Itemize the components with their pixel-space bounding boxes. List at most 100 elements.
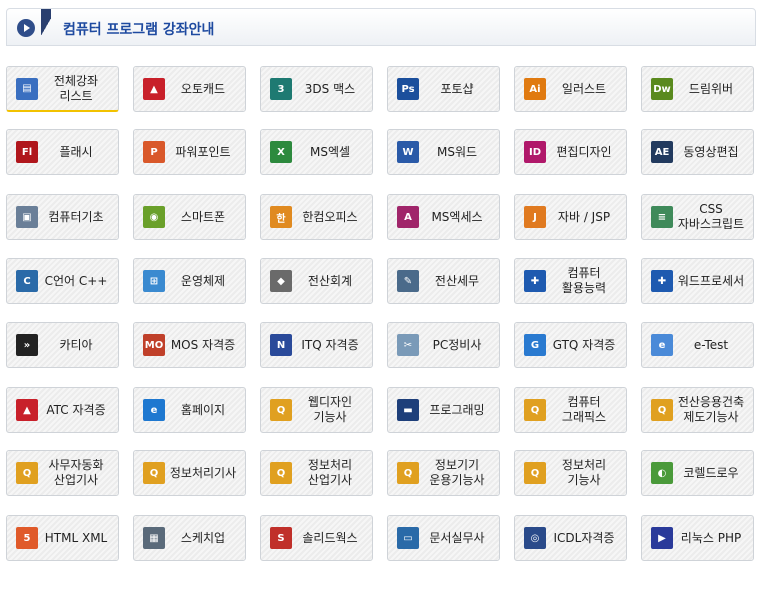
course-label: 플래시 bbox=[59, 144, 93, 159]
course-button[interactable]: ✚ 컴퓨터 활용능력 bbox=[514, 258, 627, 304]
mos-icon: MO bbox=[143, 334, 165, 356]
course-label: 편집디자인 bbox=[556, 144, 612, 159]
puzzle-icon: ✚ bbox=[651, 270, 673, 292]
course-button[interactable]: Q 컴퓨터 그래픽스 bbox=[514, 387, 627, 433]
course-button[interactable]: e 홈페이지 bbox=[133, 387, 246, 433]
course-label: 홈페이지 bbox=[180, 402, 226, 417]
course-button[interactable]: X MS엑셀 bbox=[260, 129, 373, 175]
course-label: GTQ 자격증 bbox=[552, 337, 616, 352]
course-label: 파워포인트 bbox=[175, 144, 231, 159]
course-button[interactable]: MO MOS 자격증 bbox=[133, 322, 246, 368]
course-button[interactable]: Q 사무자동화 산업기사 bbox=[6, 450, 119, 496]
course-button[interactable]: ▬ 프로그래밍 bbox=[387, 387, 500, 433]
course-label: HTML XML bbox=[44, 530, 108, 545]
itq-icon: N bbox=[270, 334, 292, 356]
illustrator-icon: Ai bbox=[524, 78, 546, 100]
course-button[interactable]: ▭ 문서실무사 bbox=[387, 515, 500, 561]
qnet-icon: Q bbox=[16, 462, 38, 484]
arrow-circle-icon bbox=[17, 19, 35, 37]
course-button[interactable]: ▦ 스케치업 bbox=[133, 515, 246, 561]
accounting-icon: ◆ bbox=[270, 270, 292, 292]
course-button[interactable]: ✂ PC정비사 bbox=[387, 322, 500, 368]
course-label: 3DS 맥스 bbox=[304, 81, 356, 96]
course-button[interactable]: 5 HTML XML bbox=[6, 515, 119, 561]
gtq-icon: G bbox=[524, 334, 546, 356]
word-icon: W bbox=[397, 141, 419, 163]
course-label: 전산세무 bbox=[434, 273, 480, 288]
course-button[interactable]: ▲ 오토캐드 bbox=[133, 66, 246, 112]
course-button[interactable]: 3 3DS 맥스 bbox=[260, 66, 373, 112]
course-button[interactable]: Dw 드림위버 bbox=[641, 66, 754, 112]
indesign-icon: ID bbox=[524, 141, 546, 163]
internet-explorer-icon: e bbox=[143, 399, 165, 421]
course-button[interactable]: ▶ 리눅스 PHP bbox=[641, 515, 754, 561]
course-label: 자바 / JSP bbox=[557, 209, 611, 224]
course-label: PC정비사 bbox=[432, 337, 482, 352]
course-label: 동영상편집 bbox=[683, 144, 739, 159]
course-label: 프로그래밍 bbox=[429, 402, 485, 417]
course-button[interactable]: C C언어 C++ bbox=[6, 258, 119, 304]
course-button[interactable]: ▣ 컴퓨터기초 bbox=[6, 194, 119, 240]
tax-icon: ✎ bbox=[397, 270, 419, 292]
course-button[interactable]: e e-Test bbox=[641, 322, 754, 368]
course-button[interactable]: Q 정보처리 기능사 bbox=[514, 450, 627, 496]
course-label: MOS 자격증 bbox=[170, 337, 236, 352]
course-button[interactable]: J 자바 / JSP bbox=[514, 194, 627, 240]
course-label: 한컴오피스 bbox=[302, 209, 358, 224]
windows-icon: ⊞ bbox=[143, 270, 165, 292]
course-button[interactable]: Q 웹디자인 기능사 bbox=[260, 387, 373, 433]
access-icon: A bbox=[397, 206, 419, 228]
course-label: 코렐드로우 bbox=[683, 465, 739, 480]
course-button[interactable]: W MS워드 bbox=[387, 129, 500, 175]
course-button[interactable]: ≡ CSS 자바스크립트 bbox=[641, 194, 754, 240]
course-button[interactable]: Q 전산응용건축 제도기능사 bbox=[641, 387, 754, 433]
qnet-icon: Q bbox=[143, 462, 165, 484]
course-button[interactable]: P 파워포인트 bbox=[133, 129, 246, 175]
page-title: 컴퓨터 프로그램 강좌안내 bbox=[63, 22, 215, 38]
course-label: 컴퓨터 그래픽스 bbox=[561, 395, 607, 424]
course-label: ATC 자격증 bbox=[46, 402, 106, 417]
pc-repair-icon: ✂ bbox=[397, 334, 419, 356]
course-label: 컴퓨터 활용능력 bbox=[561, 266, 607, 295]
c-language-icon: C bbox=[16, 270, 38, 292]
course-button[interactable]: ◆ 전산회계 bbox=[260, 258, 373, 304]
course-button[interactable]: » 카티아 bbox=[6, 322, 119, 368]
course-button[interactable]: AE 동영상편집 bbox=[641, 129, 754, 175]
header-divider bbox=[41, 9, 51, 45]
course-button[interactable]: ◉ 스마트폰 bbox=[133, 194, 246, 240]
course-button[interactable]: 한 한컴오피스 bbox=[260, 194, 373, 240]
course-button[interactable]: S 솔리드웍스 bbox=[260, 515, 373, 561]
course-button[interactable]: ▤ 전체강좌 리스트 bbox=[6, 66, 119, 112]
course-label: MS엑세스 bbox=[431, 209, 483, 224]
course-label: 드림위버 bbox=[688, 81, 734, 96]
course-button[interactable]: ▲ ATC 자격증 bbox=[6, 387, 119, 433]
course-button[interactable]: A MS엑세스 bbox=[387, 194, 500, 240]
course-button[interactable]: ID 편집디자인 bbox=[514, 129, 627, 175]
course-label: 오토캐드 bbox=[180, 81, 226, 96]
course-button[interactable]: ⊞ 운영체제 bbox=[133, 258, 246, 304]
etest-icon: e bbox=[651, 334, 673, 356]
course-button[interactable]: ◎ ICDL자격증 bbox=[514, 515, 627, 561]
course-button[interactable]: N ITQ 자격증 bbox=[260, 322, 373, 368]
course-button[interactable]: ✚ 워드프로세서 bbox=[641, 258, 754, 304]
course-label: 전체강좌 리스트 bbox=[53, 73, 99, 103]
dreamweaver-icon: Dw bbox=[651, 78, 673, 100]
html5-icon: 5 bbox=[16, 527, 38, 549]
course-label: 리눅스 PHP bbox=[680, 530, 742, 545]
course-button[interactable]: G GTQ 자격증 bbox=[514, 322, 627, 368]
qnet-icon: Q bbox=[397, 462, 419, 484]
course-label: 워드프로세서 bbox=[677, 273, 745, 288]
course-button[interactable]: Q 정보기기 운용기능사 bbox=[387, 450, 500, 496]
course-button[interactable]: Ps 포토샵 bbox=[387, 66, 500, 112]
css-icon: ≡ bbox=[651, 206, 673, 228]
course-button[interactable]: ◐ 코렐드로우 bbox=[641, 450, 754, 496]
course-button[interactable]: Fl 플래시 bbox=[6, 129, 119, 175]
solidworks-icon: S bbox=[270, 527, 292, 549]
course-button[interactable]: ✎ 전산세무 bbox=[387, 258, 500, 304]
course-label: ICDL자격증 bbox=[553, 530, 615, 545]
course-button[interactable]: Q 정보처리 산업기사 bbox=[260, 450, 373, 496]
course-button[interactable]: Q 정보처리기사 bbox=[133, 450, 246, 496]
powerpoint-icon: P bbox=[143, 141, 165, 163]
excel-icon: X bbox=[270, 141, 292, 163]
course-button[interactable]: Ai 일러스트 bbox=[514, 66, 627, 112]
